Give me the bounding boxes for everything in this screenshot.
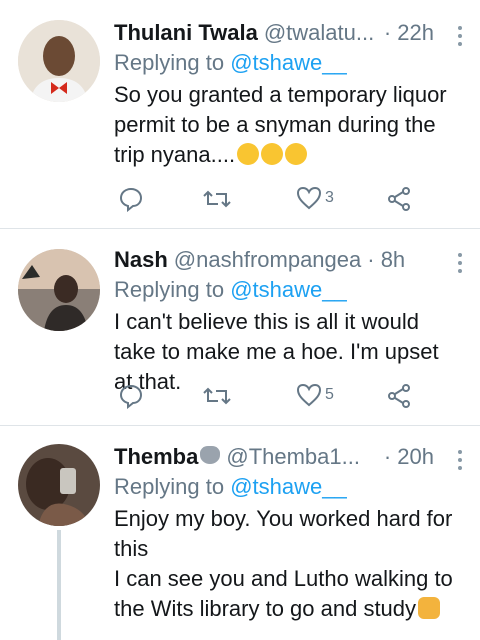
thinking-face-icon bbox=[285, 143, 308, 165]
avatar-photo bbox=[18, 249, 100, 331]
share-icon bbox=[388, 384, 410, 408]
replying-to: Replying to @tshawe__ bbox=[114, 472, 460, 502]
share-button[interactable] bbox=[386, 383, 412, 409]
tweet[interactable]: Nash @nashfrompangea · 8h Replying to @t… bbox=[0, 229, 480, 426]
avatar[interactable] bbox=[18, 249, 100, 331]
tweet-actions: 3 bbox=[114, 186, 414, 216]
replying-to-handle[interactable]: @tshawe__ bbox=[230, 277, 347, 302]
replying-to-handle[interactable]: @tshawe__ bbox=[230, 50, 347, 75]
reply-icon bbox=[119, 187, 143, 212]
wolf-face-icon bbox=[200, 446, 221, 464]
more-options-icon[interactable] bbox=[458, 26, 464, 50]
heart-icon bbox=[296, 186, 322, 210]
retweet-icon bbox=[203, 387, 231, 405]
avatar-photo bbox=[18, 20, 100, 102]
tweet[interactable]: Themba @Themba1... · 20h Replying to @ts… bbox=[0, 426, 480, 640]
thinking-face-icon bbox=[261, 143, 284, 165]
like-count: 5 bbox=[325, 386, 334, 403]
replying-to-handle[interactable]: @tshawe__ bbox=[230, 474, 347, 499]
like-button[interactable]: 5 bbox=[296, 383, 334, 407]
avatar[interactable] bbox=[18, 444, 100, 526]
retweet-button[interactable] bbox=[202, 383, 232, 409]
replying-to: Replying to @tshawe__ bbox=[114, 275, 460, 305]
reply-button[interactable] bbox=[118, 186, 144, 212]
replying-to: Replying to @tshawe__ bbox=[114, 48, 460, 78]
display-name[interactable]: Nash bbox=[114, 245, 168, 275]
tweet-text: Enjoy my boy. You worked hard for this I… bbox=[114, 504, 460, 624]
avatar-photo bbox=[18, 444, 100, 526]
more-options-icon[interactable] bbox=[458, 450, 464, 474]
replying-to-label: Replying to bbox=[114, 50, 231, 75]
more-options-icon[interactable] bbox=[458, 253, 464, 277]
retweet-button[interactable] bbox=[202, 186, 232, 212]
tweet-text: So you granted a temporary liquor permit… bbox=[114, 80, 460, 170]
replying-to-label: Replying to bbox=[114, 474, 231, 499]
tweet-text-body: I can see you and Lutho walking to the W… bbox=[114, 566, 453, 621]
timestamp[interactable]: · 22h bbox=[384, 18, 460, 48]
tweet-actions: 5 bbox=[114, 383, 414, 413]
handshake-icon bbox=[418, 597, 441, 619]
user-handle[interactable]: @Themba1... bbox=[226, 442, 360, 472]
user-handle[interactable]: @twalatu... bbox=[264, 18, 374, 48]
retweet-icon bbox=[203, 190, 231, 208]
avatar[interactable] bbox=[18, 20, 100, 102]
reply-icon bbox=[119, 384, 143, 409]
like-button[interactable]: 3 bbox=[296, 186, 334, 210]
timestamp[interactable]: · 8h bbox=[367, 245, 431, 275]
replying-to-label: Replying to bbox=[114, 277, 231, 302]
tweet-text-line: Enjoy my boy. You worked hard for this bbox=[114, 506, 453, 561]
share-button[interactable] bbox=[386, 186, 412, 212]
thinking-face-icon bbox=[237, 143, 260, 165]
tweet-header: Themba @Themba1... · 20h bbox=[114, 442, 460, 472]
tweet[interactable]: Thulani Twala @twalatu... · 22h Replying… bbox=[0, 0, 480, 229]
timestamp[interactable]: · 20h bbox=[384, 442, 460, 472]
thread-line bbox=[57, 530, 61, 640]
share-icon bbox=[388, 187, 410, 211]
reply-button[interactable] bbox=[118, 383, 144, 409]
display-name[interactable]: Themba bbox=[114, 442, 198, 472]
tweet-text-line: I can see you and Lutho walking to the W… bbox=[114, 564, 460, 624]
tweet-header: Thulani Twala @twalatu... · 22h bbox=[114, 18, 460, 48]
heart-icon bbox=[296, 383, 322, 407]
like-count: 3 bbox=[325, 189, 334, 206]
tweet-header: Nash @nashfrompangea · 8h bbox=[114, 245, 460, 275]
user-handle[interactable]: @nashfrompangea bbox=[174, 245, 361, 275]
display-name[interactable]: Thulani Twala bbox=[114, 18, 258, 48]
